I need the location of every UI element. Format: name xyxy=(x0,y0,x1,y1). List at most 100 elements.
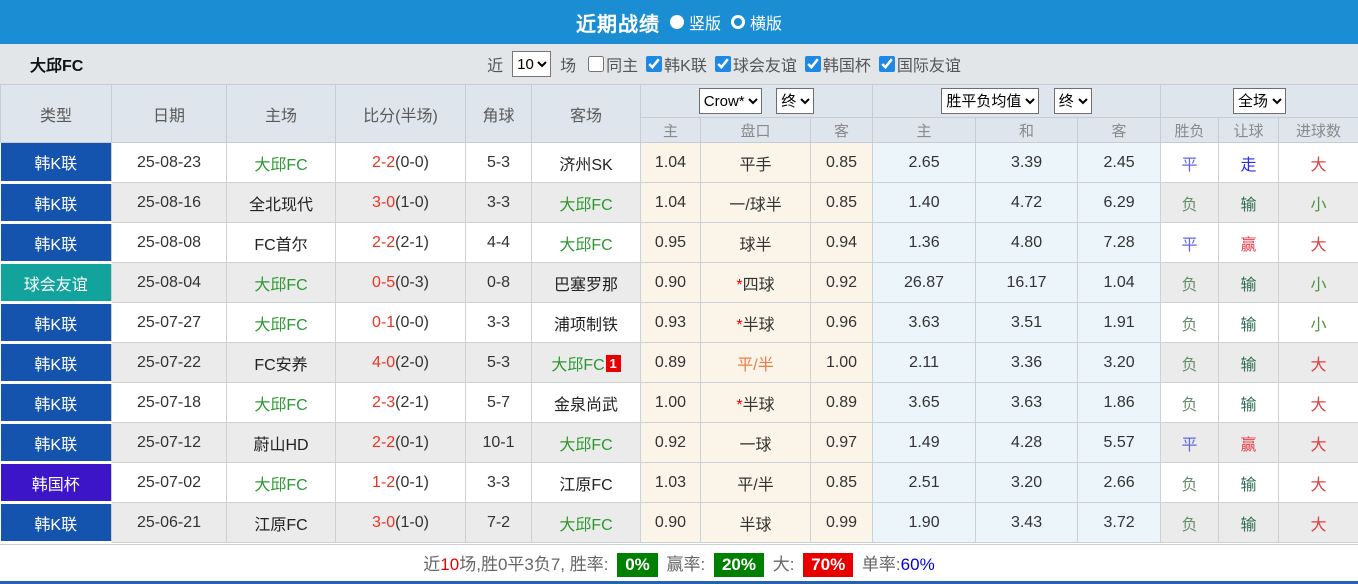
match-row: 韩国杯 25-07-02 大邱FC 1-2(0-1) 3-3 江原FC 1.03 平/半 0.8… xyxy=(0,462,1358,504)
handicap-text: 球半 xyxy=(739,236,772,254)
goals-result: 大 xyxy=(1278,462,1358,503)
handicap-result: 输 xyxy=(1218,382,1280,423)
score-cell: 2-2(0-0) xyxy=(335,142,466,183)
checkbox-icon[interactable] xyxy=(646,56,663,72)
full-score: 1-2 xyxy=(372,473,396,491)
scope-select[interactable]: 全场 xyxy=(1233,88,1287,114)
away-team-name: 大邱FC xyxy=(559,436,613,454)
match-row: 球会友谊 25-08-04 大邱FC 0-5(0-3) 0-8 巴塞罗那 0.90 *四球 0.… xyxy=(0,262,1358,304)
summary-part: 近 xyxy=(423,554,441,574)
filter-checkbox-3[interactable]: 韩国杯 xyxy=(797,52,871,76)
checkbox-icon[interactable] xyxy=(714,56,731,72)
home-team: 全北现代 xyxy=(226,182,336,223)
match-row: 韩K联 25-07-22 FC安养 4-0(2-0) 5-3 大邱FC 1 0.89 平/半 1.… xyxy=(0,342,1358,384)
games-label: 场 xyxy=(560,58,577,75)
handicap-result: 赢 xyxy=(1218,222,1280,263)
near-label: 近 xyxy=(487,58,504,75)
bookmaker-select[interactable]: Crow* xyxy=(698,88,762,114)
filter-checkbox-label: 国际友谊 xyxy=(896,58,961,75)
average-select[interactable]: 胜平负均值 xyxy=(941,88,1040,114)
average-period-select[interactable]: 终 xyxy=(1053,88,1092,114)
handicap-text: 平/半 xyxy=(737,476,774,494)
match-result: 负 xyxy=(1160,462,1220,503)
checkbox-icon[interactable] xyxy=(588,56,605,72)
score-cell: 0-5(0-3) xyxy=(335,262,466,303)
away-team: 巴塞罗那 xyxy=(531,262,641,303)
summary-badge: 70% xyxy=(803,552,854,577)
avg-draw: 16.17 xyxy=(975,262,1079,303)
avg-home: 1.36 xyxy=(872,222,977,263)
radio-unselected-icon[interactable] xyxy=(731,15,745,29)
home-team-name: FC首尔 xyxy=(254,236,308,254)
match-row: 韩K联 25-06-21 江原FC 3-0(1-0) 7-2 大邱FC 0.90 半球 0.99… xyxy=(0,502,1358,544)
away-odds: 0.99 xyxy=(810,502,874,543)
home-odds: 0.92 xyxy=(640,422,701,463)
home-team: 蔚山HD xyxy=(226,422,336,463)
corner-score: 5-7 xyxy=(465,382,532,423)
match-date: 25-08-04 xyxy=(111,262,227,303)
filter-controls: 近 10 场 同主 韩K联 球会友谊 韩国杯 国际友谊 xyxy=(397,51,961,77)
avg-home: 3.63 xyxy=(872,302,977,343)
match-count-select[interactable]: 10 xyxy=(512,51,552,77)
handicap-line: 平/半 xyxy=(700,462,811,503)
home-team-name: 江原FC xyxy=(254,516,308,534)
match-row: 韩K联 25-08-23 大邱FC 2-2(0-0) 5-3 济州SK 1.04 平手 0.85… xyxy=(0,142,1358,184)
match-row: 韩K联 25-07-27 大邱FC 0-1(0-0) 3-3 浦项制铁 0.93 *半球 0.9… xyxy=(0,302,1358,344)
filterbar: 大邱FC 近 10 场 同主 韩K联 球会友谊 韩国杯 国际友谊 xyxy=(0,44,1358,84)
avg-draw: 4.72 xyxy=(975,182,1079,223)
radio-selected-icon[interactable] xyxy=(669,15,684,29)
filter-checkbox-0[interactable]: 同主 xyxy=(580,52,638,76)
handicap-line: *半球 xyxy=(700,302,811,343)
home-team-name: 大邱FC xyxy=(254,156,308,174)
full-score: 2-2 xyxy=(372,433,396,451)
handicap-line: 球半 xyxy=(700,222,811,263)
layout-option-horizontal[interactable]: 横版 xyxy=(731,10,782,34)
avg-away: 2.45 xyxy=(1077,142,1162,183)
results-table: 类型 日期 主场 比分(半场) 角球 客场 Crow* 终 胜平负均值 终 全场… xyxy=(0,84,1358,544)
avg-away: 1.91 xyxy=(1077,302,1162,343)
score-cell: 2-3(2-1) xyxy=(335,382,466,423)
checkbox-icon[interactable] xyxy=(878,56,895,72)
away-team-name: 大邱FC xyxy=(559,196,613,214)
home-odds: 1.04 xyxy=(640,182,701,223)
bookmaker-period-select[interactable]: 终 xyxy=(776,88,815,114)
handicap-line: *半球 xyxy=(700,382,811,423)
checkbox-icon[interactable] xyxy=(804,56,821,72)
handicap-text: 半球 xyxy=(742,396,775,414)
handicap-result: 输 xyxy=(1218,302,1280,343)
match-result: 平 xyxy=(1160,142,1220,183)
match-date: 25-07-22 xyxy=(111,342,227,383)
match-date: 25-07-12 xyxy=(111,422,227,463)
half-score: (2-1) xyxy=(395,393,429,411)
topbar: 近期战绩 竖版 横版 xyxy=(0,0,1358,44)
home-team: 大邱FC xyxy=(226,262,336,303)
header-away: 客场 xyxy=(531,84,641,143)
avg-home: 2.11 xyxy=(872,342,977,383)
sub-header-3: 主 xyxy=(872,117,977,143)
avg-draw: 3.51 xyxy=(975,302,1079,343)
match-date: 25-07-27 xyxy=(111,302,227,343)
summary-part: 60% xyxy=(900,554,935,574)
corner-score: 3-3 xyxy=(465,302,532,343)
match-row: 韩K联 25-08-08 FC首尔 2-2(2-1) 4-4 大邱FC 0.95 球半 0.94… xyxy=(0,222,1358,264)
home-odds: 0.89 xyxy=(640,342,701,383)
match-row: 韩K联 25-07-12 蔚山HD 2-2(0-1) 10-1 大邱FC 0.92 一球 0.9… xyxy=(0,422,1358,464)
goals-result: 小 xyxy=(1278,302,1358,343)
filter-checkbox-2[interactable]: 球会友谊 xyxy=(707,52,797,76)
avg-home: 3.65 xyxy=(872,382,977,423)
corner-score: 5-3 xyxy=(465,342,532,383)
goals-result: 小 xyxy=(1278,182,1358,223)
handicap-text: 平/半 xyxy=(737,356,774,374)
sub-header-0: 主 xyxy=(640,117,701,143)
team-name: 大邱FC xyxy=(30,58,84,75)
handicap-line: *四球 xyxy=(700,262,811,303)
home-team-name: 蔚山HD xyxy=(253,436,309,454)
handicap-text: 四球 xyxy=(742,276,775,294)
filter-checkbox-1[interactable]: 韩K联 xyxy=(638,52,707,76)
filter-checkbox-label: 韩K联 xyxy=(664,58,707,75)
layout-option-vertical[interactable]: 竖版 xyxy=(669,10,721,34)
league-type-badge: 球会友谊 xyxy=(0,262,112,304)
handicap-text: 半球 xyxy=(739,516,772,534)
filter-checkbox-label: 同主 xyxy=(606,58,639,75)
filter-checkbox-4[interactable]: 国际友谊 xyxy=(871,52,961,76)
